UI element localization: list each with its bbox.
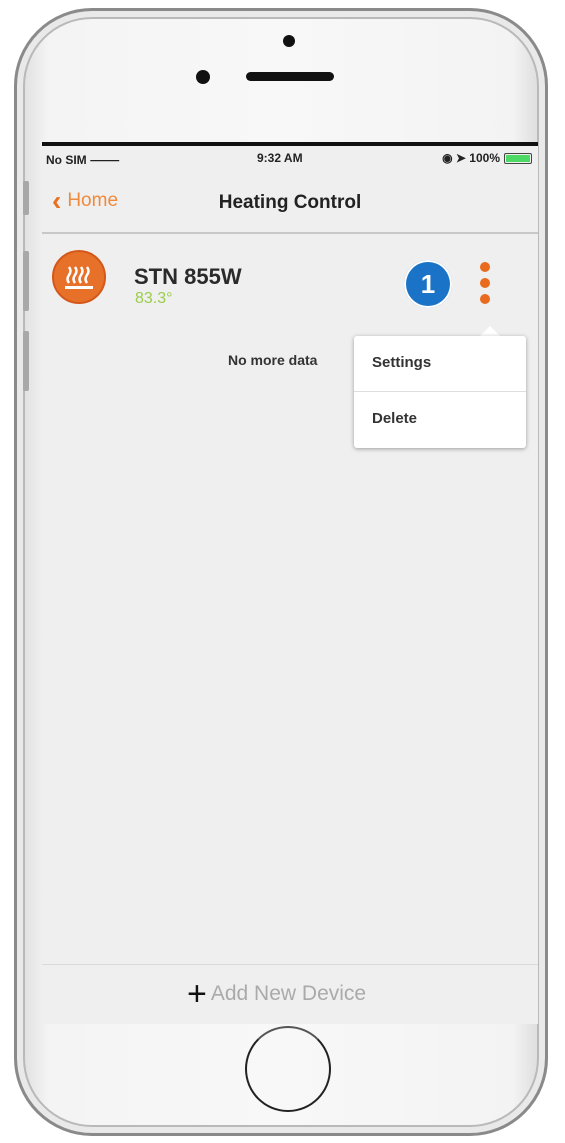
menu-item-settings[interactable]: Settings: [354, 336, 526, 392]
heater-icon: [52, 250, 106, 304]
device-name: STN 855W: [134, 264, 242, 289]
front-sensor: [283, 35, 295, 47]
plus-icon: +: [187, 975, 207, 1013]
clock: 9:32 AM: [257, 151, 303, 165]
home-button[interactable]: [245, 1026, 331, 1112]
volume-down-button: [23, 331, 29, 391]
battery-text: ◉ ➤ 100%: [442, 151, 500, 165]
navigation-bar: ‹ Home Heating Control: [42, 176, 538, 234]
mute-switch: [23, 181, 29, 215]
app-screen: No SIM ⸻ 9:32 AM ◉ ➤ 100% ‹ Home Heating…: [42, 142, 538, 1024]
battery-status: ◉ ➤ 100%: [442, 151, 532, 165]
dot-icon: [480, 262, 490, 272]
volume-up-button: [23, 251, 29, 311]
page-title: Heating Control: [218, 192, 362, 213]
bottom-toolbar: + Add New Device: [42, 964, 538, 1024]
battery-icon: [504, 152, 532, 164]
status-bar: No SIM ⸻ 9:32 AM ◉ ➤ 100%: [42, 146, 538, 170]
more-options-button[interactable]: [474, 262, 498, 306]
empty-list-message: No more data: [228, 352, 318, 368]
menu-item-delete[interactable]: Delete: [354, 392, 526, 448]
earpiece-speaker: [246, 72, 334, 81]
device-temperature: 83.3°: [135, 290, 173, 307]
dot-icon: [480, 278, 490, 288]
front-camera: [196, 70, 210, 84]
add-device-label: Add New Device: [210, 982, 367, 1005]
dot-icon: [480, 294, 490, 304]
step-badge: 1: [404, 260, 452, 308]
device-list-item[interactable]: STN 855W 83.3° 1: [42, 250, 538, 318]
carrier-label: No SIM ⸻: [46, 153, 120, 167]
options-menu: Settings Delete: [354, 336, 526, 448]
add-device-button[interactable]: + Add New Device: [187, 975, 367, 1013]
popup-arrow: [480, 326, 500, 336]
